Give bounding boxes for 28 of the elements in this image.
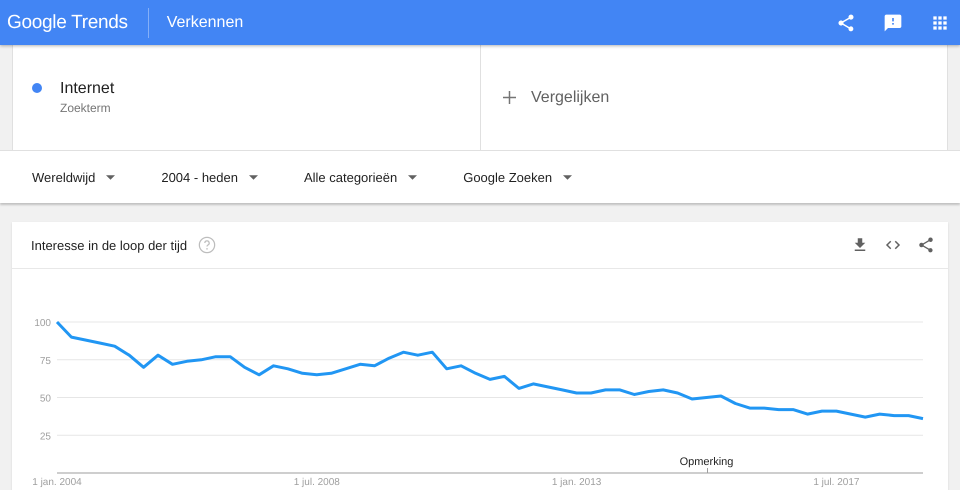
filter-dropdown[interactable]: 2004 - heden [161,170,258,184]
share-icon[interactable] [836,12,856,32]
y-tick-label: 100 [34,318,51,329]
x-tick-label: 1 jul. 2008 [294,477,340,488]
filter-dropdown[interactable]: Wereldwijd [32,170,116,184]
x-tick-label: 1 jan. 2004 [32,477,82,488]
y-tick-label: 75 [40,356,51,367]
caret-icon [408,174,418,180]
y-tick-label: 50 [40,394,51,404]
term-type: Zoekterm [60,101,112,115]
help-icon[interactable] [198,236,216,254]
y-tick-label: 25 [40,431,51,442]
term-name: Internet [60,80,114,98]
plus-icon [503,91,516,104]
caret-icon [563,174,572,180]
feedback-icon[interactable] [883,12,903,32]
annotation: Opmerking [680,456,734,468]
caret-icon [248,174,258,180]
caret-icon [106,174,116,180]
filter-dropdown[interactable]: Alle categorieën [304,170,418,184]
x-tick-label: 1 jan. 2013 [552,477,602,488]
logo[interactable]: Google Trends [7,12,128,34]
x-tick-label: 1 jul. 2017 [813,477,860,488]
page-title: Verkennen [166,14,244,32]
card-title: Interesse in de loop der tijd [31,238,188,252]
filter-dropdown[interactable]: Google Zoeken [463,170,572,184]
share-icon[interactable] [917,236,935,254]
annotation[interactable]: Opmerking [680,456,734,474]
